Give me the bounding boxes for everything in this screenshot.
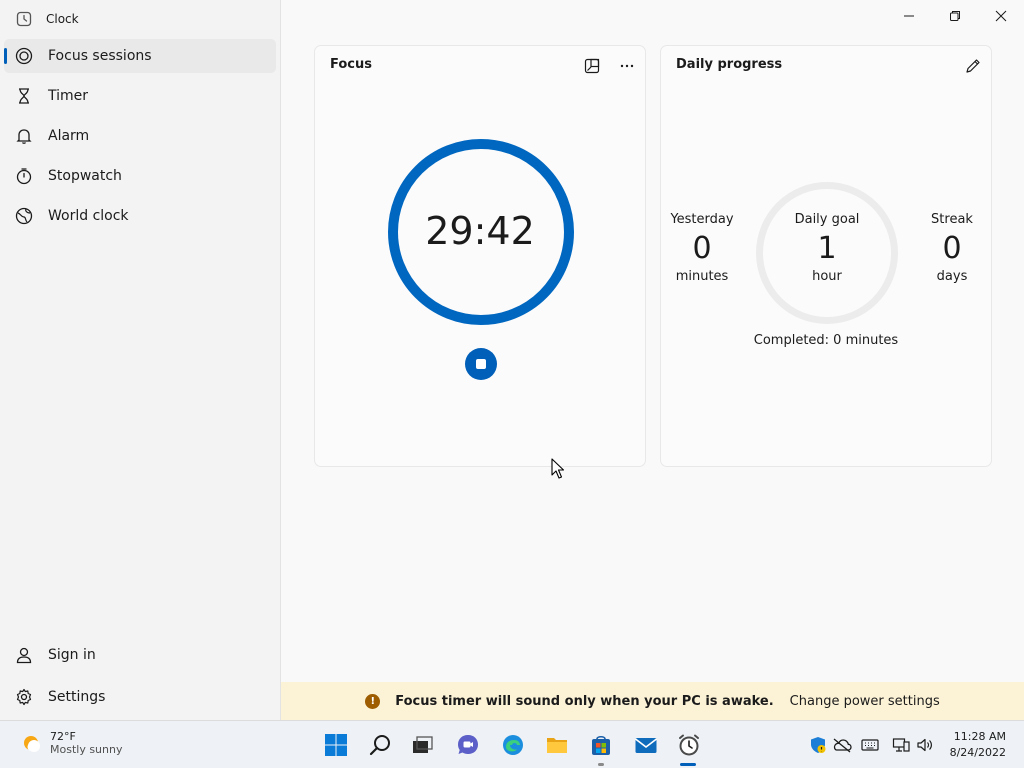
search-icon	[369, 735, 390, 756]
taskbar-time: 11:28 AM	[953, 730, 1006, 743]
clock-app-icon	[16, 11, 32, 27]
app-title: Clock	[46, 12, 79, 26]
sidebar-item-stopwatch[interactable]: Stopwatch	[4, 159, 276, 193]
globe-icon	[15, 207, 33, 225]
focus-card: Focus 29:42	[314, 45, 646, 467]
close-button[interactable]	[978, 0, 1024, 32]
more-icon	[620, 64, 634, 68]
windows-logo-icon	[325, 734, 347, 756]
daily-goal-label: Daily goal	[794, 212, 860, 227]
streak-label: Streak	[931, 212, 973, 227]
start-button[interactable]	[322, 731, 350, 759]
store-running-indicator	[598, 763, 604, 766]
daily-goal-value: 1	[817, 231, 837, 266]
daily-progress-card: Daily progress Yesterday 0 minutes Daily…	[660, 45, 992, 467]
sidebar-item-label: Timer	[48, 88, 89, 104]
clock-active-indicator	[680, 763, 696, 766]
daily-goal-unit: hour	[812, 269, 842, 284]
yesterday-unit: minutes	[675, 269, 729, 284]
onedrive-tray-icon[interactable]	[832, 735, 852, 755]
selection-indicator	[4, 48, 7, 64]
search-button[interactable]	[367, 731, 395, 759]
folder-icon	[547, 738, 567, 753]
bell-icon	[15, 127, 33, 145]
streak-stat: Streak 0 days	[907, 212, 997, 284]
sidebar-item-label: Stopwatch	[48, 168, 122, 184]
stopwatch-icon	[15, 167, 33, 185]
restore-icon	[950, 11, 960, 21]
volume-tray-icon[interactable]	[915, 735, 935, 755]
taskbar-date: 8/24/2022	[949, 746, 1006, 759]
change-power-settings-link[interactable]: Change power settings	[790, 694, 940, 709]
daily-progress-title: Daily progress	[676, 57, 783, 72]
app-title-bar: Clock	[16, 9, 79, 29]
file-explorer-button[interactable]	[543, 731, 571, 759]
task-view-icon	[413, 736, 433, 753]
minimize-icon	[904, 15, 914, 17]
store-button[interactable]	[587, 731, 615, 759]
mouse-cursor-icon	[551, 458, 565, 479]
sidebar-item-label: World clock	[48, 208, 129, 224]
network-tray-icon[interactable]	[891, 735, 911, 755]
edge-icon	[503, 735, 523, 755]
gear-icon	[15, 688, 33, 706]
chat-icon	[458, 735, 478, 754]
yesterday-label: Yesterday	[670, 212, 734, 227]
focus-card-title: Focus	[330, 57, 372, 72]
sidebar-item-label: Alarm	[48, 128, 90, 144]
sidebar-item-timer[interactable]: Timer	[4, 79, 276, 113]
defender-tray-icon[interactable]	[808, 735, 828, 755]
infobar-message: Focus timer will sound only when your PC…	[395, 693, 774, 709]
minimize-button[interactable]	[886, 0, 932, 32]
sidebar-item-label: Focus sessions	[48, 48, 152, 64]
sidebar-item-sign-in[interactable]: Sign in	[4, 638, 276, 672]
timer-display: 29:42	[425, 209, 535, 253]
yesterday-value: 0	[692, 231, 712, 266]
sidebar-item-settings[interactable]: Settings	[4, 680, 276, 714]
sidebar-item-label: Sign in	[48, 647, 96, 663]
task-view-button[interactable]	[408, 731, 436, 759]
clock-window: Clock Focus sessions Timer Alarm Stopwat…	[0, 0, 1024, 720]
teams-chat-button[interactable]	[454, 731, 482, 759]
yesterday-stat: Yesterday 0 minutes	[657, 212, 747, 284]
weather-widget[interactable]: 72°F Mostly sunny	[20, 730, 122, 756]
warning-icon: !	[365, 693, 381, 709]
keep-on-top-icon	[584, 58, 600, 74]
clock-app-button[interactable]	[675, 731, 703, 759]
streak-value: 0	[942, 231, 962, 266]
sidebar-item-label: Settings	[48, 689, 106, 705]
stop-button[interactable]	[465, 348, 497, 380]
focus-icon	[15, 47, 33, 65]
mail-button[interactable]	[632, 731, 660, 759]
pencil-icon	[966, 59, 980, 73]
close-icon	[995, 10, 1007, 22]
hourglass-icon	[15, 87, 33, 105]
mail-icon	[635, 738, 657, 753]
taskbar: 72°F Mostly sunny 11:28 AM 8/24/2022	[0, 720, 1024, 768]
weather-temp: 72°F	[50, 730, 76, 743]
keyboard-tray-icon[interactable]	[860, 735, 880, 755]
sun-cloud-icon	[24, 736, 40, 752]
sidebar-item-focus-sessions[interactable]: Focus sessions	[4, 39, 276, 73]
streak-unit: days	[936, 269, 968, 284]
sidebar-item-alarm[interactable]: Alarm	[4, 119, 276, 153]
edge-button[interactable]	[499, 731, 527, 759]
more-options-button[interactable]	[615, 54, 639, 78]
sidebar: Clock Focus sessions Timer Alarm Stopwat…	[0, 0, 281, 720]
weather-desc: Mostly sunny	[50, 743, 123, 756]
power-infobar: ! Focus timer will sound only when your …	[281, 682, 1024, 720]
stop-icon	[476, 359, 486, 369]
taskbar-clock[interactable]: 11:28 AM 8/24/2022	[950, 729, 1006, 761]
alarm-clock-icon	[679, 734, 699, 756]
daily-goal-stat: Daily goal 1 hour	[782, 212, 872, 284]
edit-goal-button[interactable]	[961, 54, 985, 78]
sidebar-item-world-clock[interactable]: World clock	[4, 199, 276, 233]
maximize-button[interactable]	[932, 0, 978, 32]
store-icon	[592, 735, 610, 755]
person-icon	[15, 646, 33, 664]
keep-on-top-button[interactable]	[580, 54, 604, 78]
completed-text: Completed: 0 minutes	[753, 333, 899, 348]
